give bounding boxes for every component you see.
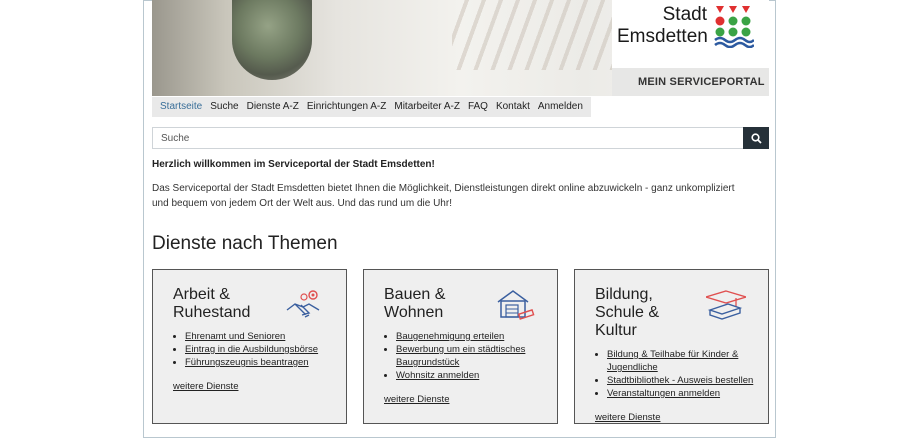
list-item: Baugenehmigung erteilen bbox=[396, 330, 557, 343]
header-banner: Stadt Emsdetten MEIN SERVICEPORTAL bbox=[152, 0, 769, 96]
card-link-list: Ehrenamt und Senioren Eintrag in die Aus… bbox=[173, 330, 346, 369]
card-link[interactable]: Führungszeugnis beantragen bbox=[185, 357, 309, 368]
list-item: Eintrag in die Ausbildungsbörse bbox=[185, 343, 346, 356]
topic-card-bauen: Bauen & Wohnen Baugenehmigung erteilen B… bbox=[363, 269, 558, 424]
nav-kontakt[interactable]: Kontakt bbox=[492, 97, 534, 117]
list-item: Bewerbung um ein städtisches Baugrundstü… bbox=[396, 343, 557, 369]
card-link[interactable]: Eintrag in die Ausbildungsbörse bbox=[185, 344, 318, 355]
nav-dienste-a-z[interactable]: Dienste A-Z bbox=[243, 97, 303, 117]
main-nav: Startseite Suche Dienste A-Z Einrichtung… bbox=[152, 97, 591, 117]
list-item: Veranstaltungen anmelden bbox=[607, 387, 768, 400]
section-title: Dienste nach Themen bbox=[152, 233, 338, 254]
card-link-list: Bildung & Teilhabe für Kinder & Jugendli… bbox=[595, 348, 768, 400]
list-item: Wohnsitz anmelden bbox=[396, 369, 557, 382]
card-title[interactable]: Arbeit & Ruhestand bbox=[173, 286, 283, 322]
coat-of-arms-image bbox=[232, 0, 312, 80]
card-link[interactable]: Baugenehmigung erteilen bbox=[396, 331, 504, 342]
topic-card-bildung: Bildung, Schule & Kultur Bildung & Teilh… bbox=[574, 269, 769, 424]
handshake-icon bbox=[286, 290, 320, 318]
portal-label[interactable]: MEIN SERVICEPORTAL bbox=[612, 68, 769, 96]
list-item: Stadtbibliothek - Ausweis bestellen bbox=[607, 374, 768, 387]
welcome-heading: Herzlich willkommen im Serviceportal der… bbox=[152, 159, 435, 170]
logo-line2: Emsdetten bbox=[617, 26, 708, 47]
city-logo-icon bbox=[714, 6, 754, 48]
logo-line1: Stadt bbox=[662, 4, 707, 25]
more-services-link[interactable]: weitere Dienste bbox=[173, 381, 346, 392]
card-link[interactable]: Stadtbibliothek - Ausweis bestellen bbox=[607, 375, 753, 386]
card-title[interactable]: Bauen & Wohnen bbox=[384, 286, 494, 322]
topic-card-arbeit: Arbeit & Ruhestand Ehrenamt und Senioren… bbox=[152, 269, 347, 424]
card-link[interactable]: Bildung & Teilhabe für Kinder & Jugendli… bbox=[607, 349, 738, 373]
search-input[interactable] bbox=[152, 127, 743, 149]
nav-einrichtungen-a-z[interactable]: Einrichtungen A-Z bbox=[303, 97, 391, 117]
card-link[interactable]: Ehrenamt und Senioren bbox=[185, 331, 285, 342]
intro-text: Das Serviceportal der Stadt Emsdetten bi… bbox=[152, 183, 735, 209]
list-item: Führungszeugnis beantragen bbox=[185, 356, 346, 369]
search-button[interactable] bbox=[743, 127, 769, 149]
nav-anmelden[interactable]: Anmelden bbox=[534, 97, 587, 117]
nav-faq[interactable]: FAQ bbox=[464, 97, 492, 117]
search-bar bbox=[152, 127, 769, 149]
more-services-link[interactable]: weitere Dienste bbox=[595, 412, 768, 423]
nav-mitarbeiter-a-z[interactable]: Mitarbeiter A-Z bbox=[390, 97, 464, 117]
search-icon bbox=[750, 132, 762, 144]
graduation-cap-icon bbox=[706, 290, 746, 320]
nav-startseite[interactable]: Startseite bbox=[156, 97, 206, 117]
nav-suche[interactable]: Suche bbox=[206, 97, 242, 117]
card-link[interactable]: Wohnsitz anmelden bbox=[396, 370, 479, 381]
card-link[interactable]: Veranstaltungen anmelden bbox=[607, 388, 720, 399]
list-item: Ehrenamt und Senioren bbox=[185, 330, 346, 343]
house-icon bbox=[497, 290, 535, 320]
list-item: Bildung & Teilhabe für Kinder & Jugendli… bbox=[607, 348, 768, 374]
card-link-list: Baugenehmigung erteilen Bewerbung um ein… bbox=[384, 330, 557, 382]
card-title[interactable]: Bildung, Schule & Kultur bbox=[595, 286, 705, 340]
card-link[interactable]: Bewerbung um ein städtisches Baugrundstü… bbox=[396, 344, 525, 368]
city-logo-text[interactable]: Stadt Emsdetten bbox=[617, 4, 708, 48]
more-services-link[interactable]: weitere Dienste bbox=[384, 394, 557, 405]
